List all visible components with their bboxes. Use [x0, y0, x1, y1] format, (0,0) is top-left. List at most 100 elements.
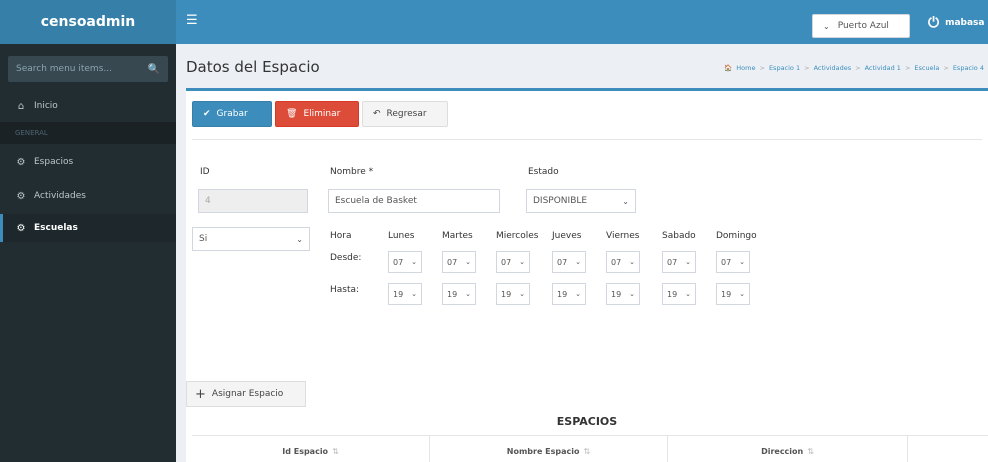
chevron-down-icon: ⌄	[685, 258, 691, 266]
chevron-down-icon: ⌄	[519, 290, 525, 298]
chevron-down-icon: ⌄	[823, 21, 830, 31]
si-value: Si	[199, 234, 208, 244]
hasta-select-sabado[interactable]: 19 ⌄	[662, 283, 696, 305]
sort-icon: ⇅	[583, 446, 591, 456]
assign-space-button[interactable]: + Asignar Espacio	[186, 381, 306, 407]
day-label-martes: Martes	[442, 231, 473, 241]
chevron-down-icon: ⌄	[411, 258, 417, 266]
desde-select-lunes[interactable]: 07 ⌄	[388, 251, 422, 273]
sidebar-section-header: GENERAL	[0, 122, 176, 144]
estado-select[interactable]: DISPONIBLE ⌄	[526, 189, 636, 213]
sidebar-item-inicio[interactable]: ⌂ Inicio	[0, 92, 176, 120]
save-button[interactable]: ✔ Grabar	[192, 101, 272, 127]
sidebar-search: 🔍	[8, 56, 168, 82]
chevron-down-icon: ⌄	[575, 258, 581, 266]
trash-icon: 🗑	[286, 109, 298, 119]
breadcrumb-item[interactable]: Espacio 4	[953, 64, 984, 72]
time-value: 07	[721, 257, 732, 267]
hasta-select-martes[interactable]: 19 ⌄	[442, 283, 476, 305]
hora-label: Hora	[330, 231, 352, 241]
gear-icon: ⚙	[16, 190, 26, 202]
id-field[interactable]: 4	[198, 189, 308, 213]
desde-select-martes[interactable]: 07 ⌄	[442, 251, 476, 273]
column-header-nombre[interactable]: Nombre Espacio ⇅	[430, 436, 668, 462]
desde-select-domingo[interactable]: 07 ⌄	[716, 251, 750, 273]
breadcrumb-item[interactable]: Espacio 1	[769, 64, 800, 72]
reply-icon: ↶	[373, 109, 381, 119]
time-value: 19	[501, 289, 512, 299]
main-box: ✔ Grabar 🗑 Eliminar ↶ Regresar ID 4 Nomb…	[186, 88, 988, 462]
user-menu[interactable]: ⏻ mabasa	[928, 10, 988, 36]
search-icon[interactable]: 🔍	[148, 64, 160, 75]
hasta-select-miercoles[interactable]: 19 ⌄	[496, 283, 530, 305]
sidebar-item-label: Espacios	[34, 157, 74, 167]
time-value: 07	[611, 257, 622, 267]
breadcrumb-item[interactable]: Actividades	[814, 64, 852, 72]
hasta-label: Hasta:	[330, 285, 360, 295]
hasta-select-jueves[interactable]: 19 ⌄	[552, 283, 586, 305]
time-value: 19	[393, 289, 404, 299]
time-value: 07	[393, 257, 404, 267]
location-select[interactable]: ⌄ Puerto Azul	[812, 14, 910, 38]
back-button-label: Regresar	[386, 109, 427, 119]
day-label-domingo: Domingo	[716, 231, 757, 241]
brand-logo[interactable]: censoadmin	[0, 0, 176, 44]
hasta-select-viernes[interactable]: 19 ⌄	[606, 283, 640, 305]
time-value: 07	[667, 257, 678, 267]
sidebar-item-label: Escuelas	[34, 223, 78, 233]
gear-icon: ⚙	[16, 156, 26, 168]
chevron-down-icon: ⌄	[519, 258, 525, 266]
home-icon: ⌂	[17, 100, 25, 112]
time-value: 19	[721, 289, 732, 299]
day-label-viernes: Viernes	[606, 231, 640, 241]
search-input[interactable]	[16, 64, 148, 74]
desde-select-jueves[interactable]: 07 ⌄	[552, 251, 586, 273]
sidebar-item-escuelas[interactable]: ⚙ Escuelas	[0, 214, 176, 242]
back-button[interactable]: ↶ Regresar	[362, 101, 448, 127]
sidebar-item-label: Actividades	[34, 191, 86, 201]
si-select[interactable]: Si ⌄	[192, 227, 310, 251]
time-value: 19	[667, 289, 678, 299]
chevron-down-icon: ⌄	[296, 234, 303, 244]
hasta-select-domingo[interactable]: 19 ⌄	[716, 283, 750, 305]
breadcrumb-item[interactable]: Escuela	[914, 64, 939, 72]
time-value: 07	[501, 257, 512, 267]
breadcrumb-separator: >	[943, 64, 949, 72]
desde-select-miercoles[interactable]: 07 ⌄	[496, 251, 530, 273]
day-label-miercoles: Miercoles	[496, 231, 539, 241]
time-value: 07	[447, 257, 458, 267]
day-label-lunes: Lunes	[388, 231, 415, 241]
sidebar: 🔍 ⌂ Inicio GENERAL ⚙ Espacios ⚙ Activida…	[0, 44, 176, 462]
column-header-id[interactable]: Id Espacio ⇅	[192, 436, 430, 462]
desde-select-viernes[interactable]: 07 ⌄	[606, 251, 640, 273]
delete-button[interactable]: 🗑 Eliminar	[275, 101, 359, 127]
day-label-sabado: Sabado	[662, 231, 696, 241]
content-header: Datos del Espacio 🏠 Home > Espacio 1 > A…	[176, 44, 988, 88]
chevron-down-icon: ⌄	[739, 290, 745, 298]
time-value: 19	[557, 289, 568, 299]
time-value: 19	[611, 289, 622, 299]
estado-label: Estado	[528, 167, 559, 177]
user-name: mabasa	[945, 18, 985, 28]
table-header: Id Espacio ⇅ Nombre Espacio ⇅ Direccion …	[192, 435, 988, 462]
chevron-down-icon: ⌄	[739, 258, 745, 266]
id-label: ID	[200, 167, 210, 177]
sidebar-item-actividades[interactable]: ⚙ Actividades	[0, 182, 176, 210]
breadcrumb: 🏠 Home > Espacio 1 > Actividades > Activ…	[724, 64, 984, 72]
chevron-down-icon: ⌄	[411, 290, 417, 298]
hasta-select-lunes[interactable]: 19 ⌄	[388, 283, 422, 305]
breadcrumb-item[interactable]: Actividad 1	[865, 64, 901, 72]
divider	[192, 139, 982, 140]
hamburger-icon[interactable]: ☰	[186, 12, 204, 30]
column-header-direccion[interactable]: Direccion ⇅	[668, 436, 908, 462]
sidebar-item-espacios[interactable]: ⚙ Espacios	[0, 148, 176, 176]
day-label-jueves: Jueves	[552, 231, 582, 241]
gear-icon: ⚙	[16, 222, 26, 234]
nombre-field[interactable]: Escuela de Basket	[328, 189, 500, 213]
column-header-extra	[908, 436, 988, 462]
breadcrumb-item[interactable]: Home	[736, 64, 755, 72]
delete-button-label: Eliminar	[303, 109, 341, 119]
breadcrumb-separator: >	[904, 64, 911, 72]
desde-select-sabado[interactable]: 07 ⌄	[662, 251, 696, 273]
page-title: Datos del Espacio	[186, 58, 320, 76]
